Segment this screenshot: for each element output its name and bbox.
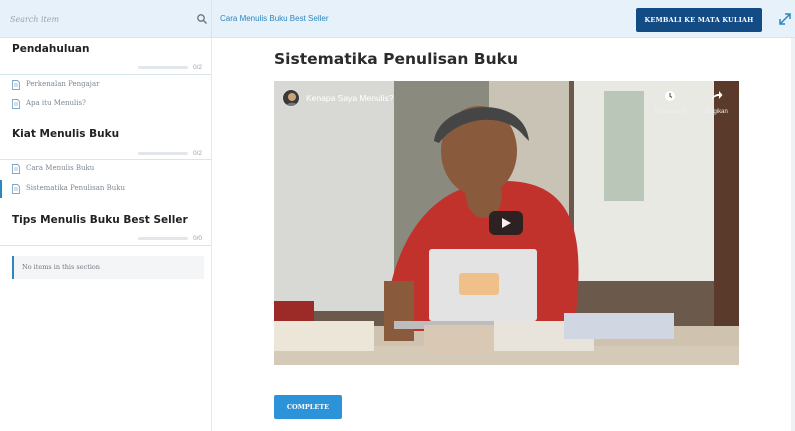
lesson-item-label: Perkenalan Pengajar: [26, 80, 100, 88]
section-progress-bar: [138, 237, 188, 240]
watch-later-button[interactable]: Tonton nanti: [650, 89, 690, 115]
lesson-item-apa-itu-menulis[interactable]: Apa itu Menulis?: [0, 95, 212, 113]
play-button[interactable]: [489, 211, 523, 235]
video-player[interactable]: Kenapa Saya Menulis? Tonton nanti Bagika…: [274, 81, 739, 365]
section-divider: [0, 74, 212, 75]
document-icon: [12, 99, 20, 109]
watch-later-label: Tonton nanti: [653, 109, 687, 115]
back-to-course-button[interactable]: KEMBALI KE MATA KULIAH: [636, 8, 762, 32]
search-input[interactable]: [10, 10, 185, 28]
lesson-title: Sistematika Penulisan Buku: [274, 50, 518, 68]
lesson-item-sistematika-penulisan-buku[interactable]: Sistematika Penulisan Buku: [0, 180, 212, 198]
section-progress-count: 0/2: [193, 150, 203, 157]
channel-avatar[interactable]: [282, 89, 300, 107]
section-divider: [0, 245, 212, 246]
section-progress-count: 0/2: [193, 64, 203, 71]
share-icon: [712, 91, 723, 100]
top-bar: Cara Menulis Buku Best Seller KEMBALI KE…: [0, 0, 795, 38]
share-label: Bagikan: [706, 109, 728, 115]
breadcrumb-course[interactable]: Cara Menulis Buku Best Seller: [220, 14, 329, 23]
section-title[interactable]: Pendahuluan: [12, 43, 89, 55]
section-progress-count: 0/0: [193, 235, 203, 242]
lesson-item-label: Cara Menulis Buku: [26, 164, 95, 172]
video-title[interactable]: Kenapa Saya Menulis?: [306, 93, 393, 103]
document-icon: [12, 184, 20, 194]
search-box: [0, 0, 212, 38]
complete-button[interactable]: COMPLETE: [274, 395, 342, 419]
clock-icon: [665, 91, 675, 101]
expand-icon[interactable]: [778, 12, 792, 26]
lesson-item-perkenalan-pengajar[interactable]: Perkenalan Pengajar: [0, 76, 212, 94]
section-progress-bar: [138, 152, 188, 155]
section-progress-bar: [138, 66, 188, 69]
lesson-item-cara-menulis-buku[interactable]: Cara Menulis Buku: [0, 160, 212, 178]
lesson-item-label: Apa itu Menulis?: [26, 99, 86, 107]
share-button[interactable]: Bagikan: [700, 89, 734, 115]
section-title[interactable]: Kiat Menulis Buku: [12, 128, 119, 140]
page-scrollbar[interactable]: [791, 38, 795, 431]
search-icon[interactable]: [196, 13, 208, 25]
document-icon: [12, 80, 20, 90]
curriculum-sidebar: Pendahuluan 0/2 Perkenalan Pengajar Apa …: [0, 38, 212, 431]
section-title[interactable]: Tips Menulis Buku Best Seller: [12, 214, 188, 226]
document-icon: [12, 164, 20, 174]
lesson-item-label: Sistematika Penulisan Buku: [26, 184, 126, 192]
empty-section-notice: No items in this section: [12, 256, 204, 279]
play-icon: [502, 218, 511, 228]
empty-section-text: No items in this section: [22, 263, 100, 271]
